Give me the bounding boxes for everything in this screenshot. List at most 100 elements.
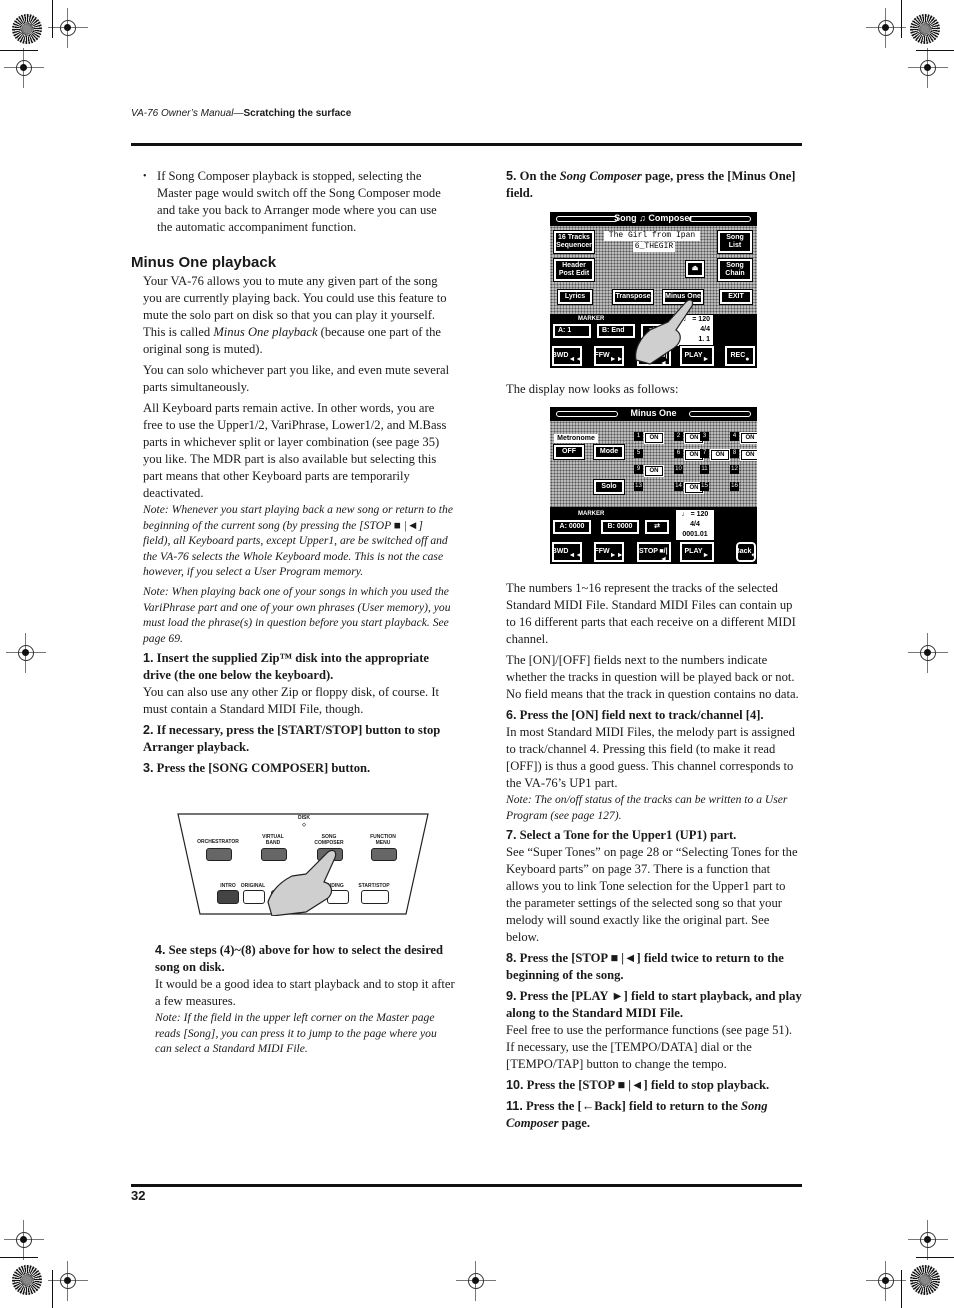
- metronome-off-button[interactable]: OFF: [553, 444, 585, 460]
- crop-line: [916, 1257, 954, 1258]
- step-4-body: It would be a good idea to start playbac…: [155, 977, 455, 1008]
- track-number: 9: [634, 465, 643, 474]
- track-on-off-toggle[interactable]: ON: [740, 432, 757, 444]
- intro-paragraph-2: You can solo whichever part you like, an…: [143, 363, 450, 394]
- step-8-title: 8. Press the [STOP ■ |◄] field twice to …: [506, 951, 784, 983]
- play-button[interactable]: PLAY ►: [679, 541, 715, 563]
- crosshair-icon: [6, 633, 46, 673]
- chapter-title: Scratching the surface: [243, 108, 352, 119]
- registration-mark-icon: [12, 14, 42, 44]
- crosshair-icon: [48, 8, 88, 48]
- crop-line: [916, 50, 954, 51]
- registration-mark-icon: [12, 1265, 42, 1295]
- marker-a-button[interactable]: A: 0000: [552, 519, 592, 535]
- step-5-title: 5. On the Song Composer page, press the …: [506, 169, 796, 200]
- step-5: 5. On the Song Composer page, press the …: [506, 168, 802, 202]
- crosshair-icon: [456, 1261, 496, 1301]
- mode-button[interactable]: Mode: [593, 444, 625, 460]
- step-6-title: 6. Press the [ON] field next to track/ch…: [506, 708, 764, 722]
- note-2: Note: When playing back one of your song…: [143, 584, 451, 645]
- footer-rule: [131, 1184, 802, 1187]
- marker-b-button[interactable]: B: 0000: [600, 519, 640, 535]
- pointing-hand-icon: [267, 849, 337, 916]
- tempo-value: ♩ = 120: [681, 511, 709, 518]
- back-button[interactable]: Back ↵: [735, 541, 757, 563]
- page-number: 32: [131, 1188, 146, 1203]
- metronome-label: Metronome: [554, 434, 598, 443]
- crop-line: [0, 50, 38, 51]
- crosshair-icon: [866, 1261, 906, 1301]
- track-number: 2: [674, 432, 683, 441]
- section-title: Minus One playback: [131, 254, 277, 271]
- header-dash: —: [233, 108, 244, 119]
- track-number: 8: [730, 449, 739, 458]
- minus-one-screen: Minus One Metronome OFF Mode Solo 1 ON 2 ON…: [550, 407, 757, 564]
- running-header: VA-76 Owner’s Manual—Scratching the surf…: [131, 108, 351, 119]
- step-6-note: Note: The on/off status of the tracks ca…: [506, 793, 788, 822]
- registration-mark-icon: [910, 1265, 940, 1295]
- tracks-paragraph: The numbers 1~16 represent the tracks of…: [506, 581, 796, 646]
- crosshair-icon: [908, 633, 948, 673]
- track-number: 6: [674, 449, 683, 458]
- crosshair-icon: [4, 1220, 44, 1260]
- track-number: 4: [730, 432, 739, 441]
- crosshair-icon: [866, 8, 906, 48]
- crosshair-icon: [908, 48, 948, 88]
- track-on-off-toggle[interactable]: ON: [644, 432, 664, 444]
- step-4-note: Note: If the field in the upper left cor…: [155, 1011, 437, 1056]
- onoff-paragraph: The [ON]/[OFF] fields next to the number…: [506, 653, 799, 701]
- track-number: 5: [634, 449, 643, 458]
- display-intro: The display now looks as follows:: [506, 381, 802, 402]
- step-9-title: 9. Press the [PLAY ►] field to start pla…: [506, 989, 802, 1021]
- step-1-body: You can also use any other Zip or floppy…: [143, 685, 440, 717]
- position-value: 0001.01: [682, 531, 708, 538]
- stop-button[interactable]: STOP■/|◄: [636, 541, 672, 563]
- step-10-title: 10. Press the [STOP ■ |◄] field to stop …: [506, 1078, 770, 1093]
- step-1-title: 1. Insert the supplied Zip™ disk into th…: [143, 651, 430, 683]
- step-4-title: 4. See steps (4)~(8) above for how to se…: [155, 943, 444, 974]
- crosshair-icon: [4, 48, 44, 88]
- track-number: 1: [634, 432, 643, 441]
- crop-line: [901, 0, 902, 38]
- crop-line: [0, 1257, 38, 1258]
- header-rule: [131, 143, 802, 146]
- track-on-off-toggle[interactable]: ON: [644, 465, 664, 477]
- marker-label: MARKER: [578, 511, 605, 517]
- song-composer-screen: Song ♫ Composer 16 Tracks Sequencer The …: [550, 212, 757, 368]
- step-2-title: 2. If necessary, press the [START/STOP] …: [143, 723, 441, 755]
- crop-line: [901, 1270, 902, 1308]
- crop-line: [52, 0, 53, 38]
- screen-title: Minus One: [550, 407, 757, 420]
- track-number: 13: [634, 482, 643, 491]
- bullet-item: If Song Composer playback is stopped, se…: [143, 168, 453, 236]
- step-11-title: 11. Press the [←Back] field to return to…: [506, 1099, 768, 1131]
- track-number: 3: [700, 432, 709, 441]
- track-on-off-toggle[interactable]: ON: [740, 449, 757, 461]
- registration-mark-icon: [910, 14, 940, 44]
- left-column-bottom: 4. See steps (4)~(8) above for how to se…: [155, 942, 455, 1061]
- right-column-text: The numbers 1~16 represent the tracks of…: [506, 580, 802, 1132]
- track-number: 16: [730, 482, 739, 491]
- loop-button[interactable]: ⇄: [644, 519, 670, 535]
- step-3-title: 3. Press the [SONG COMPOSER] button.: [143, 761, 371, 776]
- intro-paragraph-1: Your VA-76 allows you to mute any given …: [143, 274, 447, 356]
- pointing-hand-icon: [635, 299, 694, 365]
- step-6-body: In most Standard MIDI Files, the melody …: [506, 725, 795, 790]
- note-1: Note: Whenever you start playing back a …: [143, 503, 453, 579]
- track-number: 14: [674, 482, 683, 491]
- keyboard-panel-diagram: DISK ◇ ORCHESTRATOR VIRTUAL BAND SONG CO…: [176, 812, 430, 916]
- ffw-button[interactable]: FFW ►►: [593, 541, 625, 563]
- crosshair-icon: [48, 1261, 88, 1301]
- track-on-off-toggle[interactable]: ON: [710, 449, 730, 461]
- intro-paragraph-3: All Keyboard parts remain active. In oth…: [143, 401, 447, 500]
- solo-button[interactable]: Solo: [593, 479, 625, 495]
- track-number: 15: [700, 482, 709, 491]
- manual-title: VA-76 Owner’s Manual: [131, 108, 234, 119]
- track-number: 11: [700, 465, 709, 474]
- crop-line: [52, 1270, 53, 1308]
- track-number: 10: [674, 465, 683, 474]
- crosshair-icon: [908, 1220, 948, 1260]
- step-7-body: See “Super Tones” on page 28 or “Selecti…: [506, 845, 798, 945]
- step-9-body: Feel free to use the performance functio…: [506, 1023, 793, 1072]
- bwd-button[interactable]: BWD ◄◄: [551, 541, 583, 563]
